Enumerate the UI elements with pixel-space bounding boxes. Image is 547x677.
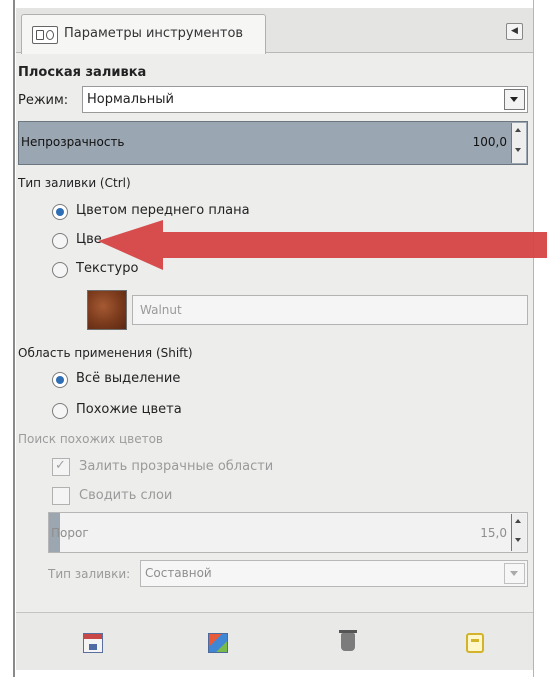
fill-type-section-label: Тип заливки (Ctrl) — [18, 176, 131, 190]
tab-menu-icon[interactable]: ◀ — [506, 23, 523, 40]
radio-label: Всё выделение — [76, 371, 181, 386]
pattern-swatch[interactable] — [87, 290, 127, 330]
affected-area-label: Область применения (Shift) — [18, 346, 193, 360]
fill-by-value: Составной — [145, 566, 212, 580]
panel-left-border — [13, 0, 15, 677]
tab-tool-options[interactable]: Параметры инструментов — [21, 14, 266, 54]
spin-down-icon[interactable] — [512, 533, 526, 552]
radio-unselected-icon[interactable] — [52, 262, 68, 278]
pattern-name-field[interactable]: Walnut — [132, 295, 528, 325]
delete-preset-icon[interactable] — [339, 630, 357, 651]
threshold-label: Порог — [51, 526, 89, 540]
chevron-down-icon[interactable] — [504, 563, 525, 584]
checkbox-unchecked-icon[interactable] — [52, 487, 70, 505]
tab-label: Параметры инструментов — [64, 26, 244, 41]
fill-by-select[interactable]: Составной — [140, 560, 528, 587]
chevron-down-icon[interactable] — [504, 89, 525, 110]
checkbox-label: Залить прозрачные области — [79, 459, 274, 474]
opacity-slider[interactable]: Непрозрачность 100,0 — [18, 121, 528, 165]
similar-colors-label: Поиск похожих цветов — [18, 432, 164, 446]
radio-selected-icon[interactable] — [52, 204, 68, 220]
checkbox-label: Сводить слои — [79, 488, 173, 503]
radio-label: Похожие цвета — [76, 402, 182, 417]
radio-label: Цветом переднего плана — [76, 203, 250, 218]
bottom-toolbar — [16, 612, 533, 670]
opacity-label: Непрозрачность — [21, 135, 125, 149]
threshold-spinner[interactable] — [511, 514, 526, 551]
radio-label: Текстуро — [76, 261, 139, 276]
checkbox-checked-icon[interactable] — [52, 458, 70, 476]
spin-up-icon[interactable] — [512, 514, 526, 533]
restore-preset-icon[interactable] — [208, 633, 228, 653]
radio-unselected-icon[interactable] — [52, 403, 68, 419]
reset-defaults-icon[interactable] — [466, 633, 484, 653]
save-preset-icon[interactable] — [83, 633, 103, 653]
spin-down-icon[interactable] — [512, 143, 526, 163]
spin-up-icon[interactable] — [512, 123, 526, 143]
tool-title: Плоская заливка — [18, 65, 147, 80]
tool-options-icon — [32, 26, 58, 44]
opacity-spinner[interactable] — [511, 123, 526, 163]
radio-unselected-icon[interactable] — [52, 233, 68, 249]
mode-select[interactable]: Нормальный — [82, 86, 528, 113]
radio-selected-icon[interactable] — [52, 372, 68, 388]
pattern-name: Walnut — [140, 303, 182, 317]
radio-label: Цве — [76, 232, 102, 247]
panel-right-border — [533, 0, 534, 677]
mode-label: Режим: — [18, 93, 69, 108]
tab-bar: Параметры инструментов ◀ — [16, 8, 533, 54]
mode-value: Нормальный — [87, 92, 174, 107]
tool-options-panel: Параметры инструментов ◀ Плоская заливка… — [16, 8, 533, 670]
threshold-value: 15,0 — [480, 526, 507, 540]
threshold-slider[interactable]: Порог 15,0 — [48, 512, 528, 553]
fill-by-label: Тип заливки: — [48, 567, 131, 581]
opacity-value: 100,0 — [472, 135, 507, 149]
